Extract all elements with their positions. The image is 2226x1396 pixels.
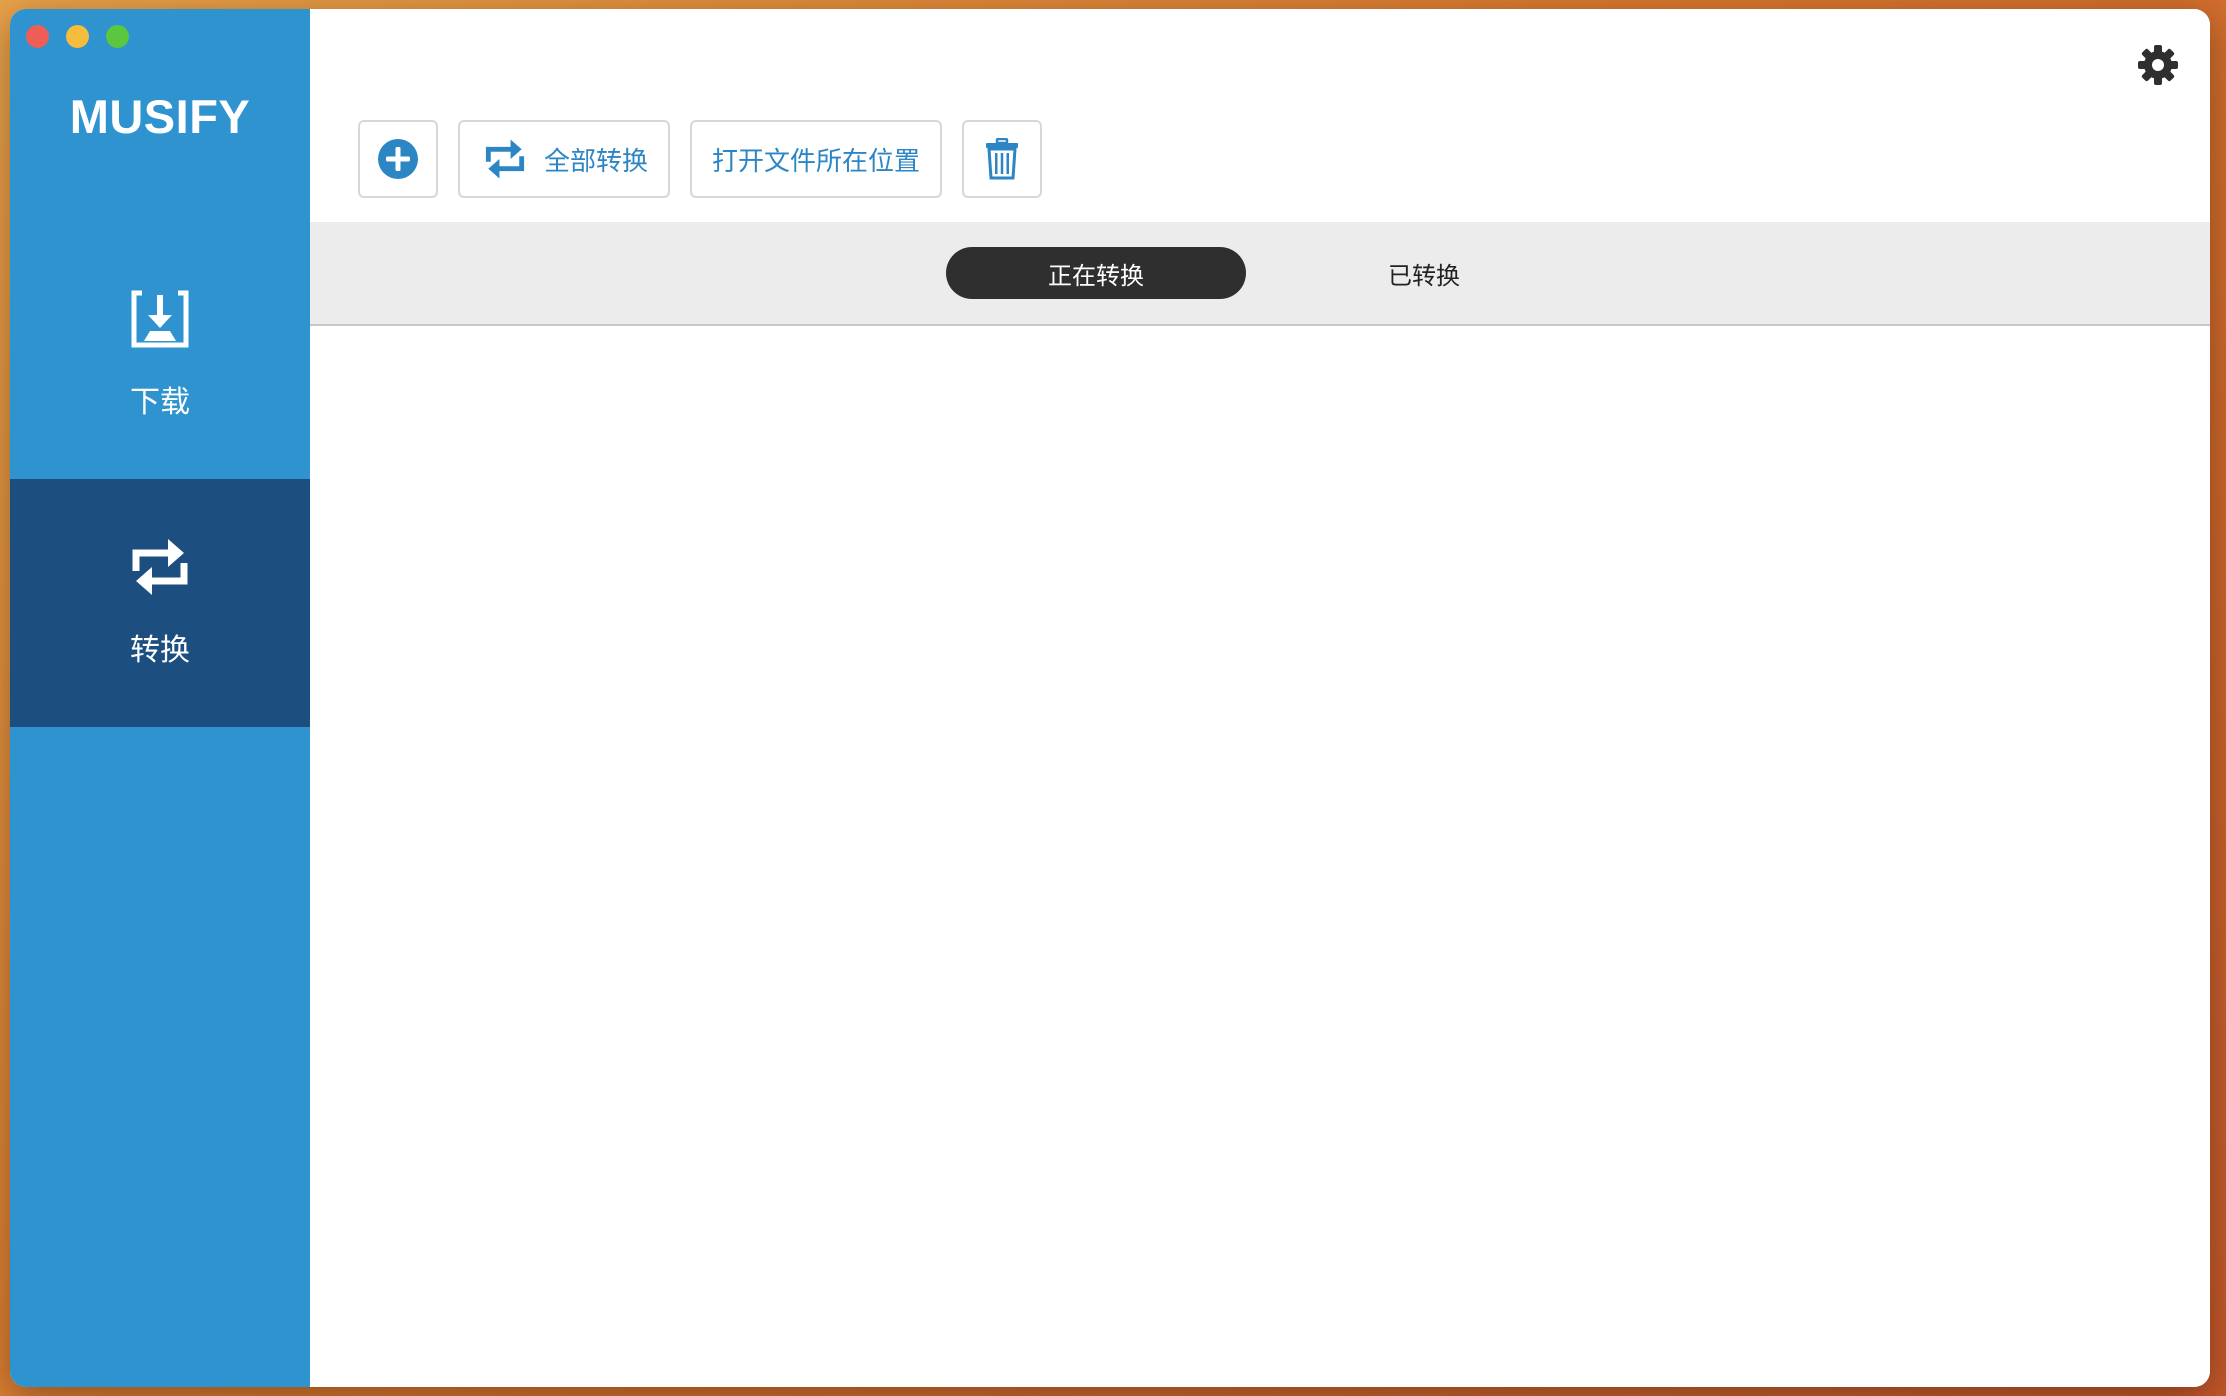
window-controls <box>26 25 129 48</box>
download-icon <box>131 290 189 348</box>
trash-icon <box>986 138 1019 180</box>
tab-bar: 正在转换 已转换 <box>310 222 2210 326</box>
sidebar-item-download[interactable]: 下载 <box>10 231 310 479</box>
convert-all-button[interactable]: 全部转换 <box>458 120 671 198</box>
sidebar-item-label: 转换 <box>130 633 190 668</box>
toolbar: 全部转换 打开文件所在位置 <box>358 120 1043 198</box>
add-button[interactable] <box>358 120 438 198</box>
conversion-list-area <box>310 326 2210 1387</box>
open-file-location-label: 打开文件所在位置 <box>712 146 921 177</box>
main-panel: 全部转换 打开文件所在位置 正在转换 已转换 <box>310 9 2210 1387</box>
convert-icon <box>485 139 525 179</box>
gear-icon[interactable] <box>2136 43 2180 87</box>
open-file-location-button[interactable]: 打开文件所在位置 <box>690 120 943 198</box>
minimize-window-button[interactable] <box>66 25 89 48</box>
sidebar-item-label: 下载 <box>130 385 190 420</box>
sidebar-item-convert[interactable]: 转换 <box>10 479 310 727</box>
tab-converted[interactable]: 已转换 <box>1274 247 1574 299</box>
delete-button[interactable] <box>962 120 1043 198</box>
maximize-window-button[interactable] <box>106 25 129 48</box>
app-window: MUSIFY 下载 转换 全部转换 打开文件所在位置 正在转换 已转换 <box>10 9 2210 1387</box>
tab-converting[interactable]: 正在转换 <box>946 247 1246 299</box>
convert-all-label: 全部转换 <box>544 146 649 177</box>
convert-icon <box>132 539 188 595</box>
close-window-button[interactable] <box>26 25 49 48</box>
app-logo: MUSIFY <box>69 90 251 143</box>
add-circle-icon <box>378 139 418 179</box>
sidebar: MUSIFY 下载 转换 <box>10 9 310 1387</box>
